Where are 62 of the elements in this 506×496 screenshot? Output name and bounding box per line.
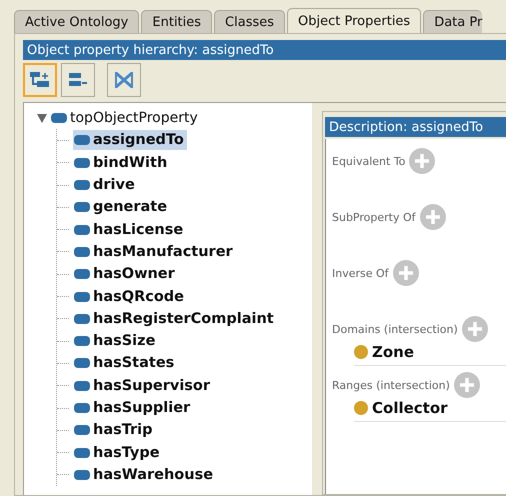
add-icon[interactable] (454, 372, 480, 398)
tab[interactable]: Data Pr (423, 10, 482, 34)
tree-item[interactable]: hasSize (73, 331, 158, 352)
tab[interactable]: Object Properties (287, 8, 422, 34)
property-icon (51, 113, 67, 124)
tree-item[interactable]: hasLicense (73, 220, 186, 240)
toolbar-button[interactable] (23, 63, 57, 97)
property-icon (74, 292, 90, 302)
tree-item[interactable]: hasSupervisor (73, 376, 214, 396)
tree-item[interactable]: hasType (73, 442, 163, 463)
toolbar-button[interactable] (107, 63, 141, 97)
tree-item[interactable]: hasWarehouse (73, 464, 216, 485)
tree-item[interactable]: drive (73, 175, 138, 196)
property-icon (74, 246, 90, 257)
tab[interactable]: Active Ontology (14, 10, 140, 34)
panel-title: Description: assignedTo (325, 117, 506, 137)
property-icon (74, 336, 90, 346)
tree-item[interactable]: hasSupplier (73, 398, 194, 418)
class-icon (354, 401, 368, 415)
property-icon (74, 403, 90, 413)
tree-item[interactable]: bindWith (73, 152, 170, 173)
class-entry[interactable]: Collector (372, 399, 448, 417)
tree-item[interactable]: hasRegisterComplaint (73, 308, 277, 329)
tree-item[interactable]: hasManufacturer (73, 242, 236, 262)
tree-item[interactable]: topObjectProperty (50, 108, 201, 128)
property-icon (74, 135, 90, 146)
tree-item[interactable]: hasStates (73, 353, 178, 374)
add-icon[interactable] (392, 260, 419, 286)
add-icon[interactable] (462, 316, 488, 342)
tree-item[interactable]: hasOwner (73, 264, 178, 284)
add-icon[interactable] (420, 204, 446, 230)
property-icon (74, 180, 90, 190)
property-icon (74, 314, 90, 324)
delete-icon (113, 70, 135, 90)
section-label: Inverse Of (332, 266, 389, 280)
section-label: Domains (intersection) (332, 322, 458, 336)
tab[interactable]: Entities (141, 10, 212, 34)
toolbar-button[interactable] (61, 63, 95, 97)
property-icon (74, 158, 90, 168)
class-icon (354, 345, 368, 359)
tree-item[interactable]: assignedTo (73, 130, 187, 150)
expand-toggle-icon[interactable] (36, 112, 48, 124)
add-subproperty-icon (29, 71, 51, 89)
property-icon (74, 202, 90, 212)
tree-item[interactable]: generate (73, 197, 170, 218)
property-icon (74, 358, 90, 368)
property-icon (74, 448, 90, 458)
tree-item[interactable]: hasTrip (73, 420, 156, 440)
property-icon (74, 224, 90, 235)
property-icon (74, 425, 90, 436)
tree-item[interactable]: hasQRcode (73, 286, 188, 307)
section-label: Ranges (intersection) (332, 378, 450, 392)
section-label: Equivalent To (332, 154, 406, 168)
property-icon (74, 269, 90, 280)
class-entry[interactable]: Zone (372, 343, 414, 361)
add-icon[interactable] (409, 148, 436, 174)
section-label: SubProperty Of (332, 210, 416, 224)
property-icon (74, 380, 90, 391)
property-icon (74, 470, 90, 480)
tab[interactable]: Classes (214, 10, 286, 34)
add-sibling-icon (67, 71, 89, 89)
panel-title: Object property hierarchy: assignedTo (23, 40, 506, 60)
